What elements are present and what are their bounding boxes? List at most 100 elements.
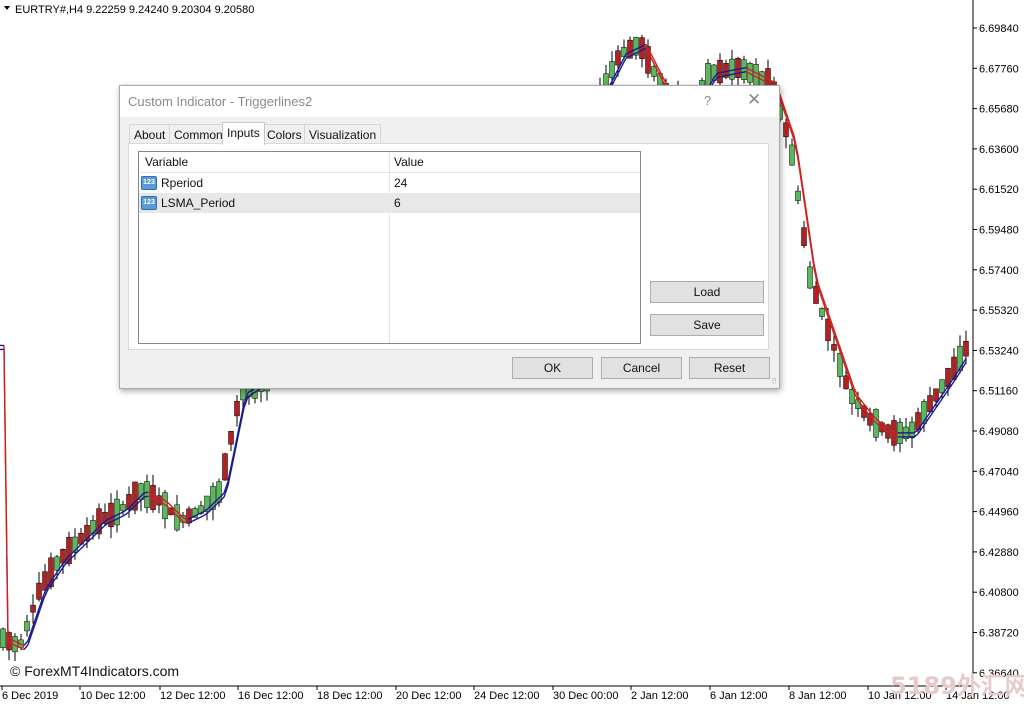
- tab-inputs[interactable]: Inputs: [222, 122, 265, 145]
- trigger-line-segment: [737, 71, 743, 74]
- trigger-line-segment: [733, 68, 739, 71]
- price-label: 6.65680: [979, 104, 1019, 116]
- bull-candle: [0, 628, 6, 649]
- bear-candle: [639, 37, 645, 60]
- bull-candle: [795, 190, 801, 201]
- price-label: 6.38720: [979, 628, 1019, 640]
- bull-candle: [54, 556, 60, 571]
- corner-watermark: 5189外汇网: [890, 672, 1024, 700]
- bear-candle: [615, 50, 621, 66]
- time-label: 6 Jan 12:00: [710, 690, 768, 702]
- table-row[interactable]: 123 Rperiod 24: [139, 173, 640, 193]
- time-label: 18 Dec 12:00: [317, 690, 382, 702]
- time-label: 12 Dec 12:00: [160, 690, 225, 702]
- price-label: 6.53240: [979, 345, 1019, 357]
- bear-candle: [831, 344, 837, 351]
- bear-candle: [735, 58, 741, 79]
- table-row[interactable]: 123 LSMA_Period 6: [139, 193, 640, 213]
- bull-candle: [909, 421, 915, 439]
- trigger-line-segment: [183, 517, 189, 521]
- price-label: 6.63600: [979, 144, 1019, 156]
- price-axis: 6.69840 6.67760 6.65680 6.63600 6.61520 6.594…: [973, 23, 1019, 680]
- time-label: 20 Dec 12:00: [396, 690, 461, 702]
- price-label: 6.55320: [979, 305, 1019, 317]
- trigger-line-segment: [725, 70, 731, 73]
- trigger-line-segment: [741, 70, 747, 74]
- ok-button[interactable]: OK: [512, 357, 593, 379]
- trigger-line-segment: [729, 69, 735, 72]
- tab-colors[interactable]: Colors: [262, 124, 307, 143]
- bear-candle: [801, 227, 807, 246]
- time-label: 16 Dec 12:00: [238, 690, 303, 702]
- tab-about[interactable]: About: [129, 124, 171, 143]
- bear-candle: [813, 286, 819, 304]
- bull-candle: [789, 144, 795, 166]
- bear-candle: [222, 453, 228, 481]
- time-axis: 6 Dec 2019 10 Dec 12:00 12 Dec 12:00 16 Dec…: [1, 686, 1010, 702]
- trigger-line-segment: [183, 521, 189, 525]
- param-name: LSMA_Period: [161, 196, 236, 210]
- bear-candle: [228, 431, 234, 445]
- price-label: 6.51160: [979, 386, 1018, 398]
- trigger-line-segment: [721, 70, 727, 73]
- help-button[interactable]: ?: [704, 93, 711, 108]
- bear-candle: [36, 582, 42, 600]
- time-label: 6 Dec 2019: [2, 690, 58, 702]
- tab-visualization[interactable]: Visualization: [304, 124, 382, 143]
- param-name: Rperiod: [161, 176, 204, 190]
- time-label: 24 Dec 12:00: [474, 690, 539, 702]
- bull-candle: [939, 379, 945, 394]
- dialog-title: Custom Indicator - Triggerlines2: [128, 94, 313, 109]
- inputs-panel: Variable Value 123 Rperiod 24 123 LSMA_P…: [128, 143, 769, 350]
- inputs-table[interactable]: Variable Value 123 Rperiod 24 123 LSMA_P…: [138, 151, 641, 344]
- trigger-line-segment: [721, 74, 727, 77]
- bull-candle: [120, 504, 126, 512]
- bull-candle: [807, 266, 813, 289]
- chart-info: EURTRY#,H4 9.22259 9.24240 9.20304 9.205…: [15, 4, 254, 16]
- load-button[interactable]: Load: [650, 281, 764, 303]
- price-label: 6.57400: [979, 265, 1019, 277]
- bear-candle: [717, 59, 723, 84]
- trigger-line-segment: [717, 75, 723, 78]
- param-value[interactable]: 24: [394, 176, 407, 190]
- bull-candle: [609, 61, 615, 78]
- bull-candle: [741, 59, 747, 80]
- tab-common[interactable]: Common: [169, 124, 228, 143]
- bear-candle: [186, 508, 192, 524]
- trigger-line-segment: [741, 66, 747, 70]
- trigger-line-segment: [143, 491, 149, 494]
- price-label: 6.42880: [979, 547, 1019, 559]
- bull-candle: [114, 498, 120, 526]
- price-label: 6.69840: [979, 23, 1019, 35]
- bear-candle: [891, 420, 897, 446]
- trigger-line-segment: [733, 72, 739, 75]
- price-label: 6.67760: [979, 63, 1019, 75]
- time-label: 30 Dec 00:00: [553, 690, 618, 702]
- bear-candle: [933, 388, 939, 402]
- bull-candle: [24, 621, 30, 632]
- price-label: 6.47040: [979, 466, 1019, 478]
- close-icon[interactable]: ✕: [747, 90, 761, 110]
- price-label: 6.61520: [979, 184, 1019, 196]
- time-label: 2 Jan 12:00: [631, 690, 689, 702]
- price-label: 6.59480: [979, 225, 1019, 237]
- cancel-button[interactable]: Cancel: [601, 357, 682, 379]
- price-label: 6.44960: [979, 507, 1019, 519]
- bear-candle: [783, 122, 789, 138]
- price-label: 6.40800: [979, 587, 1019, 599]
- column-variable: Variable: [145, 155, 189, 169]
- bear-candle: [843, 375, 849, 390]
- column-value: Value: [394, 155, 424, 169]
- save-button[interactable]: Save: [650, 314, 764, 336]
- price-label: 6.49080: [979, 426, 1019, 438]
- time-label: 10 Dec 12:00: [80, 690, 145, 702]
- integer-param-icon: 123: [141, 196, 157, 210]
- bear-candle: [234, 401, 240, 417]
- trigger-line-segment: [725, 74, 731, 77]
- reset-button[interactable]: Reset: [689, 357, 770, 379]
- param-value[interactable]: 6: [394, 196, 401, 210]
- custom-indicator-dialog: Custom Indicator - Triggerlines2 ? ✕ Abo…: [119, 85, 780, 389]
- integer-param-icon: 123: [141, 176, 157, 190]
- trigger-line-segment: [729, 73, 735, 76]
- resize-grip-icon[interactable]: ⠿: [771, 377, 777, 386]
